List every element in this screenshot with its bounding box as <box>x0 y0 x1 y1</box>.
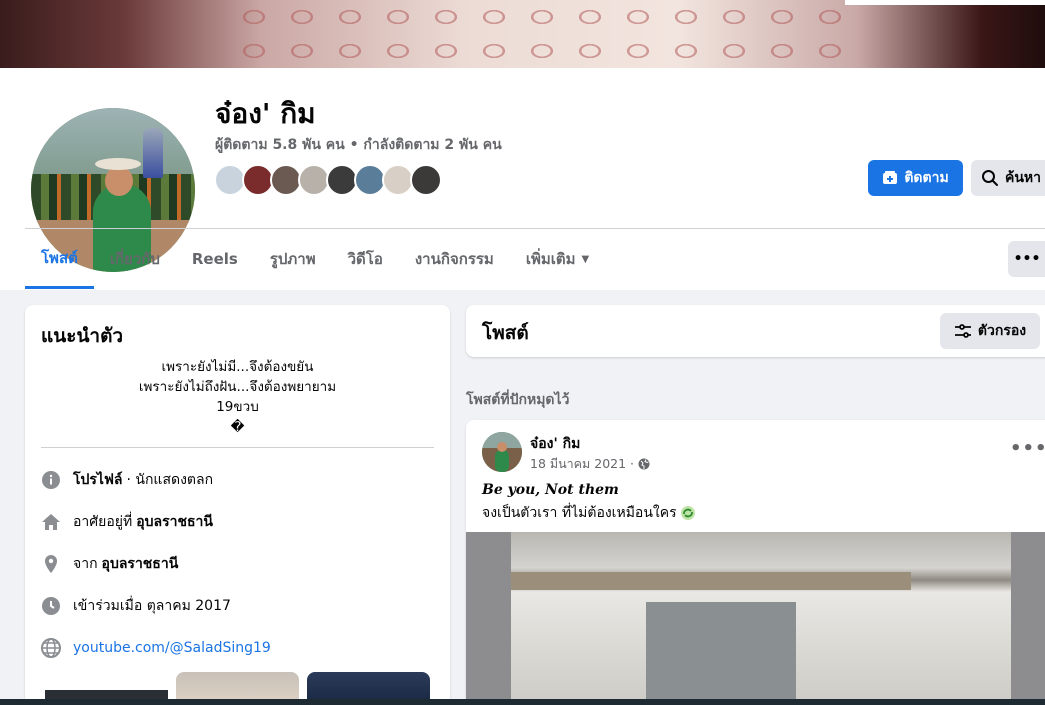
caret-down-icon: ▼ <box>581 253 590 265</box>
cover-photo[interactable] <box>0 0 1045 68</box>
cover-edge <box>845 0 1045 5</box>
post-text-line: จงเป็นตัวเรา ที่ไม่ต้องเหมือนใคร <box>482 502 696 524</box>
follow-button[interactable]: ติดตาม <box>868 160 963 196</box>
post-text-line: Be you, Not them <box>482 482 619 498</box>
from-value[interactable]: อุบลราชธานี <box>102 553 179 575</box>
info-icon <box>41 470 61 490</box>
post-options-button[interactable]: ••• <box>1010 438 1045 459</box>
website-link[interactable]: youtube.com/@SaladSing19 <box>73 640 271 656</box>
post-image-beam <box>511 572 911 590</box>
tab-videos[interactable]: วิดีโอ <box>332 229 399 289</box>
trophy-shape <box>143 128 163 178</box>
location-pin-icon <box>41 554 61 574</box>
post-image-window <box>646 602 796 705</box>
bio-line: เพราะยังไม่มี...จึงต้องขยัน <box>161 359 314 375</box>
lives-value[interactable]: อุบลราชธานี <box>136 511 213 533</box>
cover-pattern <box>230 0 850 68</box>
tab-events[interactable]: งานกิจกรรม <box>399 229 510 289</box>
filter-label: ตัวกรอง <box>977 323 1027 339</box>
posts-header-card: โพสต์ ตัวกรอง <box>466 305 1045 357</box>
profile-tabs: โพสต์ เกี่ยวกับ Reels รูปภาพ วิดีโอ งานก… <box>25 229 605 289</box>
tab-label: เพิ่มเติม <box>525 250 576 268</box>
lives-prefix: อาศัยอยู่ที่ <box>73 514 133 530</box>
tab-label: เกี่ยวกับ <box>109 250 160 268</box>
tab-label: รูปภาพ <box>269 250 316 268</box>
profile-header: จ๋อง' กิม ผู้ติดตาม 5.8 พัน คน • กำลังติ… <box>0 68 1045 290</box>
follower-stats[interactable]: ผู้ติดตาม 5.8 พัน คน • กำลังติดตาม 2 พัน… <box>215 134 502 156</box>
joined-text: เข้าร่วมเมื่อ ตุลาคม 2017 <box>73 598 231 614</box>
tab-photos[interactable]: รูปภาพ <box>254 229 332 289</box>
recycle-emoji-icon <box>680 506 695 520</box>
tab-about[interactable]: เกี่ยวกับ <box>94 229 176 289</box>
profile-type-label: โปรไฟล์ <box>73 472 123 488</box>
bio-line: เพราะยังไม่ถึงฝัน...จึงต้องพยายาม <box>138 379 337 395</box>
tab-label: Reels <box>191 250 238 268</box>
search-icon <box>982 170 998 186</box>
tab-more[interactable]: เพิ่มเติม ▼ <box>510 229 605 289</box>
tab-posts[interactable]: โพสต์ <box>25 229 94 289</box>
info-lives: อาศัยอยู่ที่ อุบลราชธานี <box>41 510 217 534</box>
from-prefix: จาก <box>73 556 98 572</box>
intro-title: แนะนำตัว <box>41 325 124 347</box>
head-shape <box>105 166 133 196</box>
post-date-text[interactable]: 18 มีนาคม 2021 · <box>530 454 634 474</box>
friend-avatar[interactable] <box>410 164 442 196</box>
post-author-name[interactable]: จ๋อง' กิม <box>530 433 580 455</box>
os-taskbar-edge <box>0 699 1045 705</box>
filter-button[interactable]: ตัวกรอง <box>940 313 1040 349</box>
follow-label: ติดตาม <box>904 170 949 186</box>
friend-avatars <box>214 164 442 196</box>
globe-icon <box>41 638 61 658</box>
follow-icon <box>883 171 898 184</box>
pinned-posts-label: โพสต์ที่ปักหมุดไว้ <box>466 392 570 408</box>
bio-line: � <box>230 419 245 435</box>
profile-type-value: · นักแสดงตลก <box>126 472 214 488</box>
clock-icon <box>41 596 61 616</box>
tab-label: งานกิจกรรม <box>414 250 494 268</box>
bio-line: 19ขวบ <box>216 399 259 415</box>
more-options-button[interactable]: ••• <box>1008 241 1045 277</box>
post-date: 18 มีนาคม 2021 · <box>530 454 650 474</box>
home-icon <box>41 512 61 532</box>
info-joined: เข้าร่วมเมื่อ ตุลาคม 2017 <box>41 594 231 618</box>
public-globe-icon <box>638 458 650 470</box>
info-website: youtube.com/@SaladSing19 <box>41 636 271 660</box>
intro-card: แนะนำตัว เพราะยังไม่มี...จึงต้องขยัน เพร… <box>25 305 450 705</box>
posts-title: โพสต์ <box>482 322 529 344</box>
profile-name: จ๋อง' กิม <box>215 97 316 130</box>
hat-shape <box>95 158 141 170</box>
tab-label: วิดีโอ <box>347 250 383 268</box>
search-button[interactable]: ค้นหา <box>971 160 1045 196</box>
post-author-avatar[interactable] <box>482 432 522 472</box>
intro-divider <box>41 447 434 448</box>
bio-text: เพราะยังไม่มี...จึงต้องขยัน เพราะยังไม่ถ… <box>41 357 434 437</box>
tab-label: โพสต์ <box>41 248 78 267</box>
tab-reels[interactable]: Reels <box>176 229 254 289</box>
info-profile: โปรไฟล์ · นักแสดงตลก <box>41 468 213 492</box>
info-from: จาก อุบลราชธานี <box>41 552 182 576</box>
post-image[interactable] <box>466 532 1045 705</box>
post-text-thai: จงเป็นตัวเรา ที่ไม่ต้องเหมือนใคร <box>482 505 677 521</box>
filter-icon <box>954 324 971 338</box>
search-label: ค้นหา <box>1005 170 1042 186</box>
pinned-post: จ๋อง' กิม 18 มีนาคม 2021 · ••• Be you, N… <box>466 420 1045 705</box>
